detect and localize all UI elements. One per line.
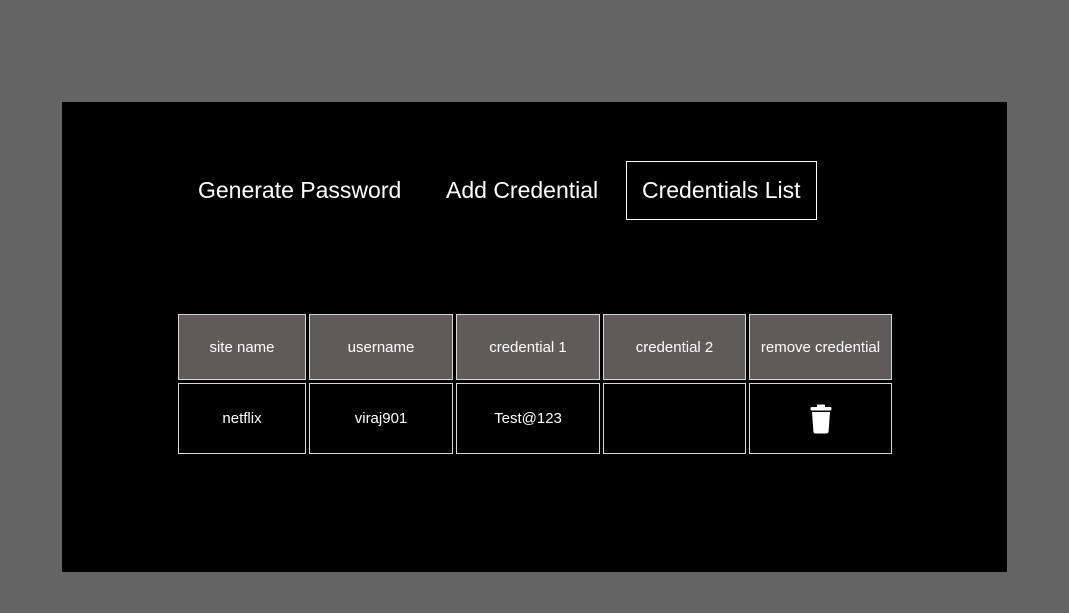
main-panel: Generate Password Add Credential Credent… (62, 102, 1007, 572)
header-credential-2: credential 2 (603, 314, 746, 380)
cell-remove (749, 383, 892, 454)
top-nav: Generate Password Add Credential Credent… (62, 161, 1007, 220)
cell-credential-1: Test@123 (456, 383, 600, 454)
nav-add-credential[interactable]: Add Credential (430, 161, 614, 220)
cell-site-name: netflix (178, 383, 306, 454)
header-username: username (309, 314, 453, 380)
trash-icon[interactable] (810, 404, 832, 434)
header-credential-1: credential 1 (456, 314, 600, 380)
cell-credential-2 (603, 383, 746, 454)
header-site-name: site name (178, 314, 306, 380)
nav-credentials-list[interactable]: Credentials List (626, 161, 817, 220)
table-header-row: site name username credential 1 credenti… (178, 314, 892, 380)
table-row: netflix viraj901 Test@123 (178, 383, 892, 454)
nav-generate-password[interactable]: Generate Password (182, 161, 417, 220)
credentials-table: site name username credential 1 credenti… (175, 311, 895, 457)
header-remove-credential: remove credential (749, 314, 892, 380)
cell-username: viraj901 (309, 383, 453, 454)
